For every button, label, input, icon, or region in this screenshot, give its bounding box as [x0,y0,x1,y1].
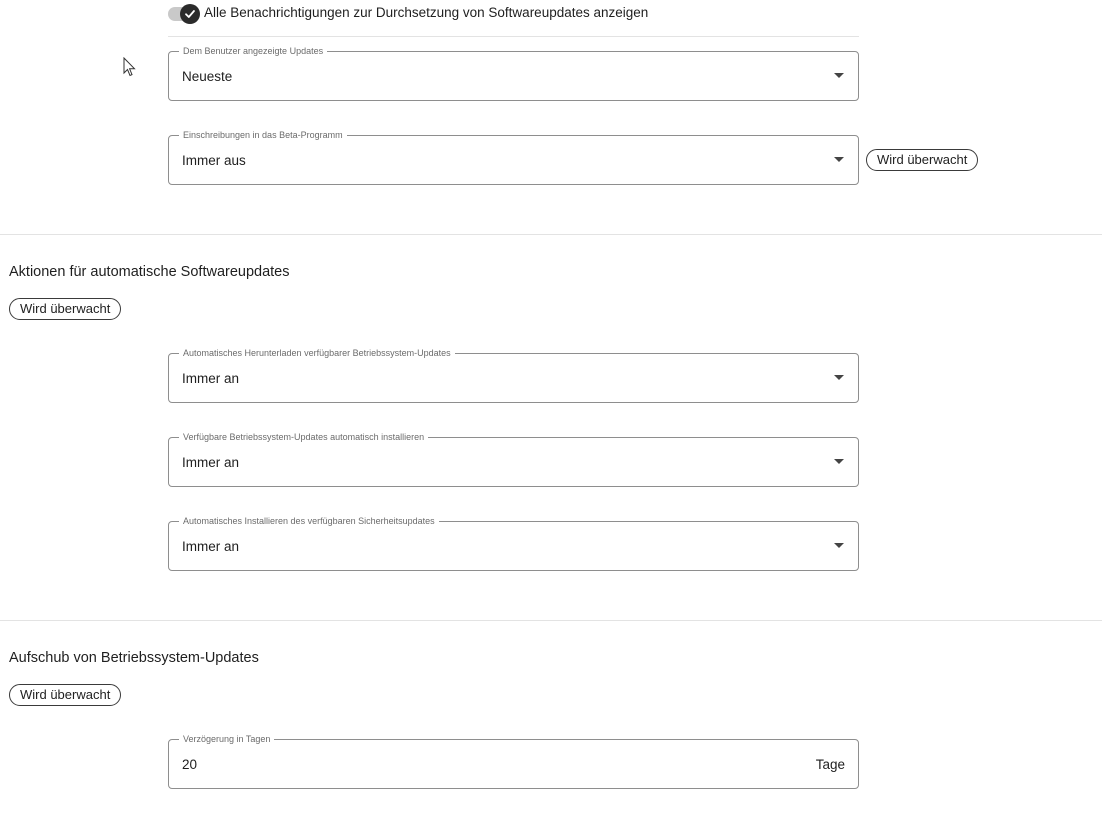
updates-shown-value: Neueste [182,69,233,84]
updates-shown-select[interactable]: Dem Benutzer angezeigte Updates Neueste [168,45,859,101]
section-divider [0,234,1102,235]
auto-download-select[interactable]: Automatisches Herunterladen verfügbarer … [168,347,859,403]
auto-install-label: Verfügbare Betriebssystem-Updates automa… [179,431,429,443]
beta-program-value: Immer aus [182,153,246,168]
beta-program-select[interactable]: Einschreibungen in das Beta-Programm Imm… [168,129,859,185]
caret-down-icon [834,459,844,464]
caret-down-icon [834,543,844,548]
section-title-deferral: Aufschub von Betriebssystem-Updates [9,650,259,666]
divider [168,36,859,37]
caret-down-icon [834,375,844,380]
delay-days-label: Verzögerung in Tagen [179,733,275,745]
caret-down-icon [834,73,844,78]
mouse-pointer-icon [123,56,137,82]
updates-shown-label: Dem Benutzer angezeigte Updates [179,45,328,57]
monitored-chip[interactable]: Wird überwacht [866,149,979,171]
delay-days-suffix: Tage [815,757,845,772]
auto-download-value: Immer an [182,371,240,386]
security-updates-label: Automatisches Installieren des verfügbar… [179,515,439,527]
monitored-chip[interactable]: Wird überwacht [9,684,122,706]
security-updates-select[interactable]: Automatisches Installieren des verfügbar… [168,515,859,571]
auto-download-label: Automatisches Herunterladen verfügbarer … [179,347,455,359]
caret-down-icon [834,157,844,162]
beta-program-label: Einschreibungen in das Beta-Programm [179,129,347,141]
section-title-auto-actions: Aktionen für automatische Softwareupdate… [9,264,290,280]
auto-install-value: Immer an [182,455,240,470]
monitored-chip[interactable]: Wird überwacht [9,298,122,320]
delay-days-value[interactable]: 20 [182,757,197,772]
section-divider [0,620,1102,621]
notifications-toggle-label: Alle Benachrichtigungen zur Durchsetzung… [204,5,649,20]
delay-days-input[interactable]: Verzögerung in Tagen 20 Tage [168,733,859,789]
check-icon[interactable] [180,4,200,24]
security-updates-value: Immer an [182,539,240,554]
auto-install-select[interactable]: Verfügbare Betriebssystem-Updates automa… [168,431,859,487]
